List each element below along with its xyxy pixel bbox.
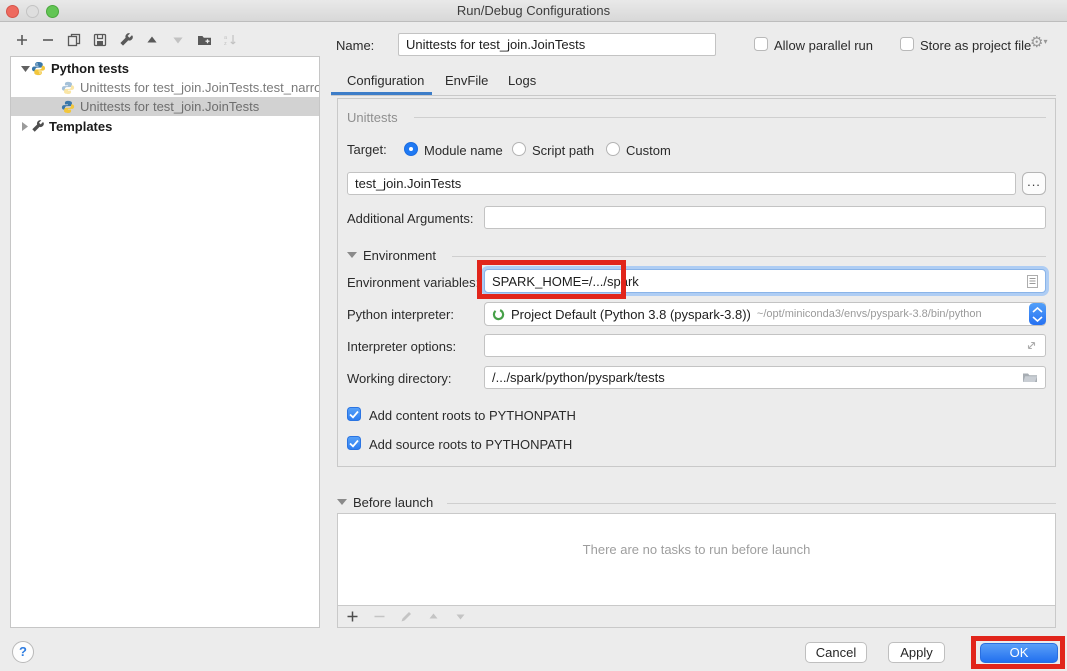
tree-item-label: Templates: [49, 119, 112, 134]
edit-pencil-icon: [398, 609, 414, 625]
browse-folder-icon[interactable]: [1022, 371, 1038, 384]
sort-alphabetically-icon: az: [222, 32, 238, 48]
before-launch-section-rule: [447, 503, 1056, 504]
cancel-button[interactable]: Cancel: [805, 642, 867, 663]
conda-environment-icon: [492, 308, 505, 321]
working-directory-label: Working directory:: [347, 371, 452, 387]
svg-text:z: z: [224, 41, 227, 47]
move-down-icon: [170, 32, 186, 48]
additional-arguments-label: Additional Arguments:: [347, 211, 473, 227]
before-launch-empty-message: There are no tasks to run before launch: [338, 542, 1055, 557]
group-title-rule: [414, 117, 1046, 118]
chevron-collapsed-icon[interactable]: [19, 122, 31, 131]
working-directory-value: /.../spark/python/pyspark/tests: [492, 370, 665, 385]
environment-section-title: Environment: [363, 248, 436, 264]
name-input[interactable]: Unittests for test_join.JoinTests: [398, 33, 716, 56]
before-launch-section-title: Before launch: [353, 495, 433, 511]
python-tests-icon: [31, 61, 46, 76]
tab-logs[interactable]: Logs: [508, 72, 536, 89]
run-debug-configurations-dialog: Run/Debug Configurations az Py: [0, 0, 1067, 671]
add-source-roots-label: Add source roots to PYTHONPATH: [369, 437, 572, 453]
environment-variables-label: Environment variables:: [347, 275, 479, 291]
new-folder-icon[interactable]: [196, 32, 212, 48]
python-tests-icon: [61, 81, 75, 95]
environment-variables-value: SPARK_HOME=/.../spark: [492, 274, 639, 289]
python-interpreter-label: Python interpreter:: [347, 307, 454, 323]
working-directory-input[interactable]: /.../spark/python/pyspark/tests: [484, 366, 1046, 389]
before-launch-task-list: There are no tasks to run before launch: [337, 513, 1056, 628]
tab-strip-divider: [331, 95, 1056, 96]
environment-collapse-icon[interactable]: [347, 252, 357, 258]
save-icon[interactable]: [92, 32, 108, 48]
move-down-icon: [452, 609, 468, 625]
wrench-icon[interactable]: [118, 32, 134, 48]
ok-button[interactable]: OK: [980, 643, 1058, 663]
additional-arguments-input[interactable]: [484, 206, 1046, 229]
remove-icon[interactable]: [40, 32, 56, 48]
add-icon[interactable]: [344, 609, 360, 625]
add-icon[interactable]: [14, 32, 30, 48]
target-module-name-radio[interactable]: [404, 142, 418, 156]
target-module-name-label: Module name: [424, 143, 503, 159]
add-source-roots-checkbox[interactable]: [347, 436, 361, 450]
tree-item-label: Unittests for test_join.JoinTests: [80, 99, 259, 114]
add-content-roots-label: Add content roots to PYTHONPATH: [369, 408, 576, 424]
environment-variables-input[interactable]: SPARK_HOME=/.../spark: [484, 269, 1046, 293]
store-as-project-file-checkbox[interactable]: [900, 37, 914, 51]
target-custom-label: Custom: [626, 143, 671, 159]
remove-icon: [371, 609, 387, 625]
help-button[interactable]: ?: [12, 641, 34, 663]
allow-parallel-run-label: Allow parallel run: [774, 38, 873, 54]
templates-wrench-icon: [31, 120, 44, 133]
window-title: Run/Debug Configurations: [0, 0, 1067, 22]
name-label: Name:: [336, 38, 374, 54]
tree-item-label: Unittests for test_join.JoinTests.test_n…: [80, 80, 319, 95]
chevron-expanded-icon[interactable]: [19, 65, 31, 73]
before-launch-collapse-icon[interactable]: [337, 499, 347, 505]
add-content-roots-checkbox[interactable]: [347, 407, 361, 421]
copy-icon[interactable]: [66, 32, 82, 48]
allow-parallel-run-checkbox[interactable]: [754, 37, 768, 51]
move-up-icon: [425, 609, 441, 625]
configurations-tree: Python tests Unittests for test_join.Joi…: [10, 56, 320, 628]
module-name-input[interactable]: test_join.JoinTests: [347, 172, 1016, 195]
python-tests-icon: [61, 100, 75, 114]
store-as-project-file-label: Store as project file: [920, 38, 1031, 54]
interpreter-name: Project Default (Python 3.8 (pyspark-3.8…: [511, 307, 751, 322]
select-stepper-icon[interactable]: [1029, 303, 1046, 325]
apply-button[interactable]: Apply: [888, 642, 945, 663]
interpreter-options-input[interactable]: [484, 334, 1046, 357]
move-up-icon[interactable]: [144, 32, 160, 48]
target-script-path-label: Script path: [532, 143, 594, 159]
target-custom-radio[interactable]: [606, 142, 620, 156]
unittests-group-title: Unittests: [347, 110, 398, 126]
configurations-toolbar: az: [14, 32, 238, 48]
gear-icon[interactable]: ⚙▾: [1030, 33, 1047, 51]
tree-item-label: Python tests: [51, 61, 129, 76]
browse-module-button[interactable]: ...: [1022, 172, 1046, 195]
tree-group-python-tests[interactable]: Python tests: [11, 59, 319, 78]
interpreter-path: ~/opt/miniconda3/envs/pyspark-3.8/bin/py…: [757, 308, 982, 320]
interpreter-options-label: Interpreter options:: [347, 339, 456, 355]
tree-group-templates[interactable]: Templates: [11, 117, 319, 136]
titlebar: Run/Debug Configurations: [0, 0, 1067, 22]
target-script-path-radio[interactable]: [512, 142, 526, 156]
tree-item-jointests-selected[interactable]: Unittests for test_join.JoinTests: [11, 97, 319, 116]
tree-item-test-narrow[interactable]: Unittests for test_join.JoinTests.test_n…: [11, 78, 319, 97]
target-label: Target:: [347, 142, 387, 158]
tab-configuration[interactable]: Configuration: [347, 72, 424, 89]
environment-section-rule: [452, 256, 1046, 257]
before-launch-toolbar: [338, 605, 1055, 627]
python-interpreter-select[interactable]: Project Default (Python 3.8 (pyspark-3.8…: [484, 302, 1046, 326]
edit-variables-icon[interactable]: [1027, 275, 1038, 288]
expand-editor-icon[interactable]: [1025, 339, 1038, 352]
tab-envfile[interactable]: EnvFile: [445, 72, 488, 89]
